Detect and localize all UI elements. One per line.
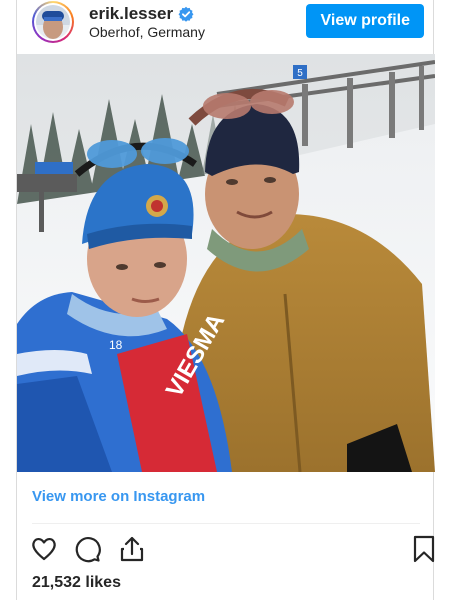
location-link[interactable]: Oberhof, Germany xyxy=(89,24,205,40)
heart-icon[interactable] xyxy=(30,535,58,563)
instagram-embed-card: erik.lesser Oberhof, Germany View profil… xyxy=(16,0,435,600)
post-photo[interactable]: 5 VIESMA 18 xyxy=(17,54,435,472)
range-sign-number: 5 xyxy=(297,68,303,79)
likes-count[interactable]: 21,532 likes xyxy=(32,574,121,592)
verified-badge-icon xyxy=(178,6,194,22)
username-link[interactable]: erik.lesser xyxy=(89,4,173,24)
bookmark-icon[interactable] xyxy=(412,535,436,563)
profile-avatar[interactable] xyxy=(32,1,74,43)
divider xyxy=(32,523,420,524)
share-icon[interactable] xyxy=(118,535,146,563)
action-bar xyxy=(30,535,435,563)
comment-icon[interactable] xyxy=(73,535,101,563)
view-profile-button[interactable]: View profile xyxy=(306,4,424,38)
bib-number: 18 xyxy=(109,338,123,352)
post-header: erik.lesser Oberhof, Germany View profil… xyxy=(17,0,435,48)
view-more-on-instagram-link[interactable]: View more on Instagram xyxy=(32,488,205,505)
